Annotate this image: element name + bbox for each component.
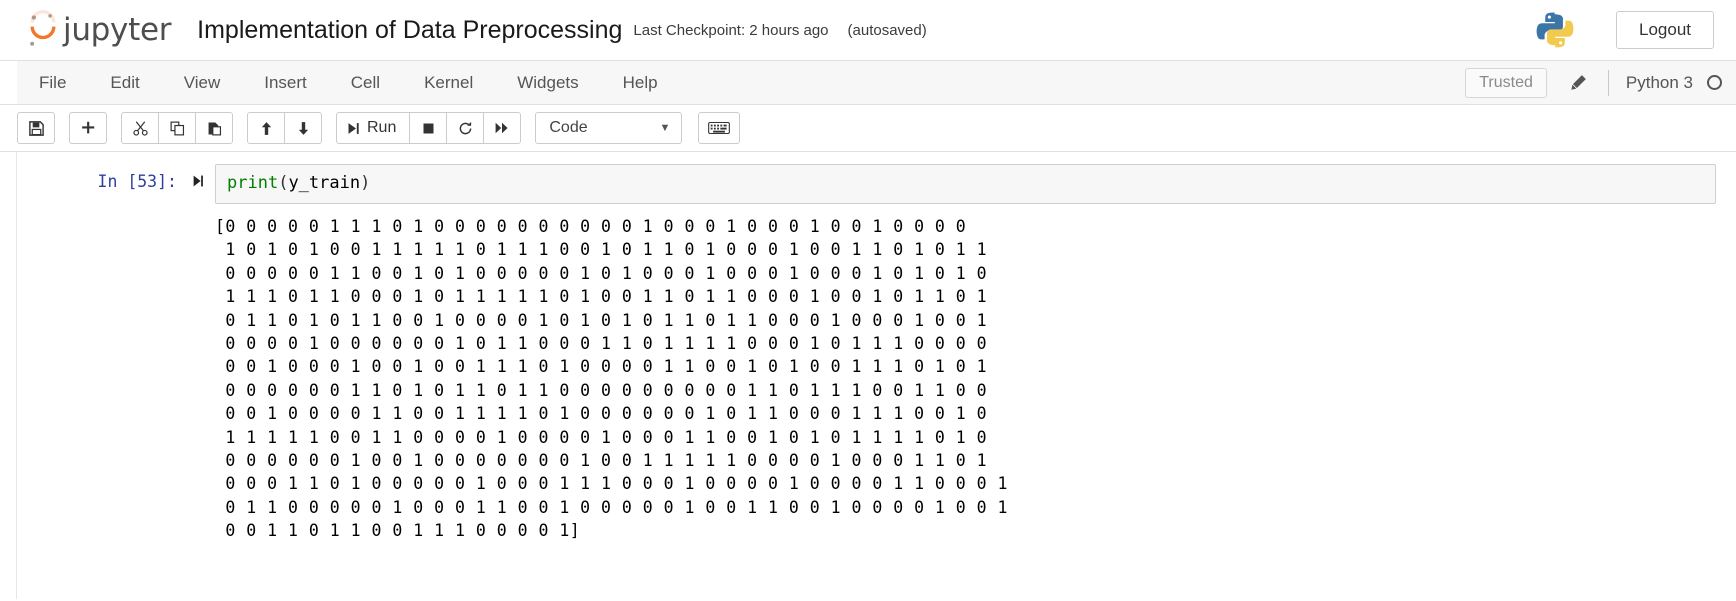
menu-item-file[interactable]: File	[17, 61, 88, 105]
paste-button[interactable]	[195, 112, 233, 144]
code-editor[interactable]: print(y_train)	[215, 164, 1716, 204]
menu-item-view[interactable]: View	[162, 61, 243, 105]
notebook-toolbar: Run Code ▼	[0, 105, 1736, 152]
copy-button[interactable]	[158, 112, 196, 144]
code-cell[interactable]: In [53]: print(y_train)	[0, 164, 1736, 204]
notebook-header: jupyter Implementation of Data Preproces…	[0, 0, 1736, 61]
restart-icon	[459, 121, 472, 134]
command-palette-button[interactable]	[698, 112, 741, 144]
insert-cell-below-button[interactable]	[69, 112, 107, 144]
restart-and-run-all-button[interactable]	[483, 112, 522, 144]
code-line: print(y_train)	[227, 172, 1704, 195]
code-token-function: print	[227, 173, 279, 193]
kernel-name-label: Python 3	[1625, 72, 1693, 92]
toolbar-group-save	[17, 112, 55, 144]
menubar: File Edit View Insert Cell Kernel Widget…	[0, 61, 1736, 105]
last-checkpoint-label: Last Checkpoint: 2 hours ago	[633, 21, 829, 39]
pencil-icon[interactable]	[1569, 73, 1588, 92]
output-prompt-area	[17, 215, 215, 543]
cell-output-row: [0 0 0 0 0 1 1 1 0 1 0 0 0 0 0 0 0 0 0 0…	[0, 215, 1736, 543]
fast-forward-icon	[495, 122, 508, 134]
jupyter-logo-icon	[26, 10, 60, 50]
menu-item-edit[interactable]: Edit	[88, 61, 161, 105]
code-token-close-paren: )	[360, 173, 371, 193]
code-token-argument: y_train	[288, 173, 361, 193]
menu-item-help[interactable]: Help	[601, 61, 680, 105]
notebook-body: In [53]: print(y_train) [0 0 0 0 0 1 1 1…	[0, 152, 1736, 599]
run-cell-icon[interactable]	[191, 172, 205, 191]
python-logo-icon	[1534, 9, 1576, 51]
interrupt-kernel-button[interactable]	[409, 112, 448, 144]
jupyter-wordmark: jupyter	[63, 12, 172, 48]
autosave-status: (autosaved)	[847, 21, 927, 39]
run-icon	[348, 122, 359, 134]
trusted-badge[interactable]: Trusted	[1465, 67, 1547, 98]
run-button-label: Run	[367, 119, 397, 136]
keyboard-icon	[708, 121, 731, 135]
kernel-idle-circle-icon	[1707, 75, 1722, 90]
cell-prompt-area: In [53]:	[17, 164, 215, 204]
input-prompt: In [53]:	[97, 172, 177, 191]
move-cell-up-button[interactable]	[247, 112, 285, 144]
run-button[interactable]: Run	[336, 112, 411, 144]
stop-icon	[423, 123, 434, 133]
menu-item-insert[interactable]: Insert	[242, 61, 329, 105]
cell-input-area[interactable]: print(y_train)	[215, 164, 1736, 204]
notebook-title[interactable]: Implementation of Data Preprocessing	[197, 16, 622, 45]
jupyter-logo[interactable]: jupyter	[26, 10, 171, 50]
code-token-open-paren: (	[278, 173, 289, 193]
notebook-left-rail	[0, 152, 17, 599]
cut-button[interactable]	[121, 112, 159, 144]
menu-item-cell[interactable]: Cell	[329, 61, 402, 105]
menubar-divider	[1607, 69, 1609, 96]
toolbar-group-insert	[69, 112, 107, 144]
menubar-right-group: Trusted Python 3	[1465, 67, 1736, 98]
move-cell-down-button[interactable]	[284, 112, 322, 144]
toolbar-group-clipboard	[121, 112, 233, 144]
toolbar-group-run: Run	[336, 112, 522, 144]
cell-type-value: Code	[549, 119, 588, 136]
stdout-output: [0 0 0 0 0 1 1 1 0 1 0 0 0 0 0 0 0 0 0 0…	[215, 216, 1008, 541]
logout-button[interactable]: Logout	[1616, 10, 1714, 50]
cell-type-select[interactable]: Code ▼	[535, 112, 683, 144]
chevron-down-icon: ▼	[659, 122, 671, 134]
restart-kernel-button[interactable]	[446, 112, 485, 144]
menu-item-kernel[interactable]: Kernel	[402, 61, 495, 105]
menu-item-widgets[interactable]: Widgets	[495, 61, 600, 105]
toolbar-group-move	[247, 112, 322, 144]
save-button[interactable]	[17, 112, 55, 144]
cell-output-area: [0 0 0 0 0 1 1 1 0 1 0 0 0 0 0 0 0 0 0 0…	[215, 215, 1736, 543]
